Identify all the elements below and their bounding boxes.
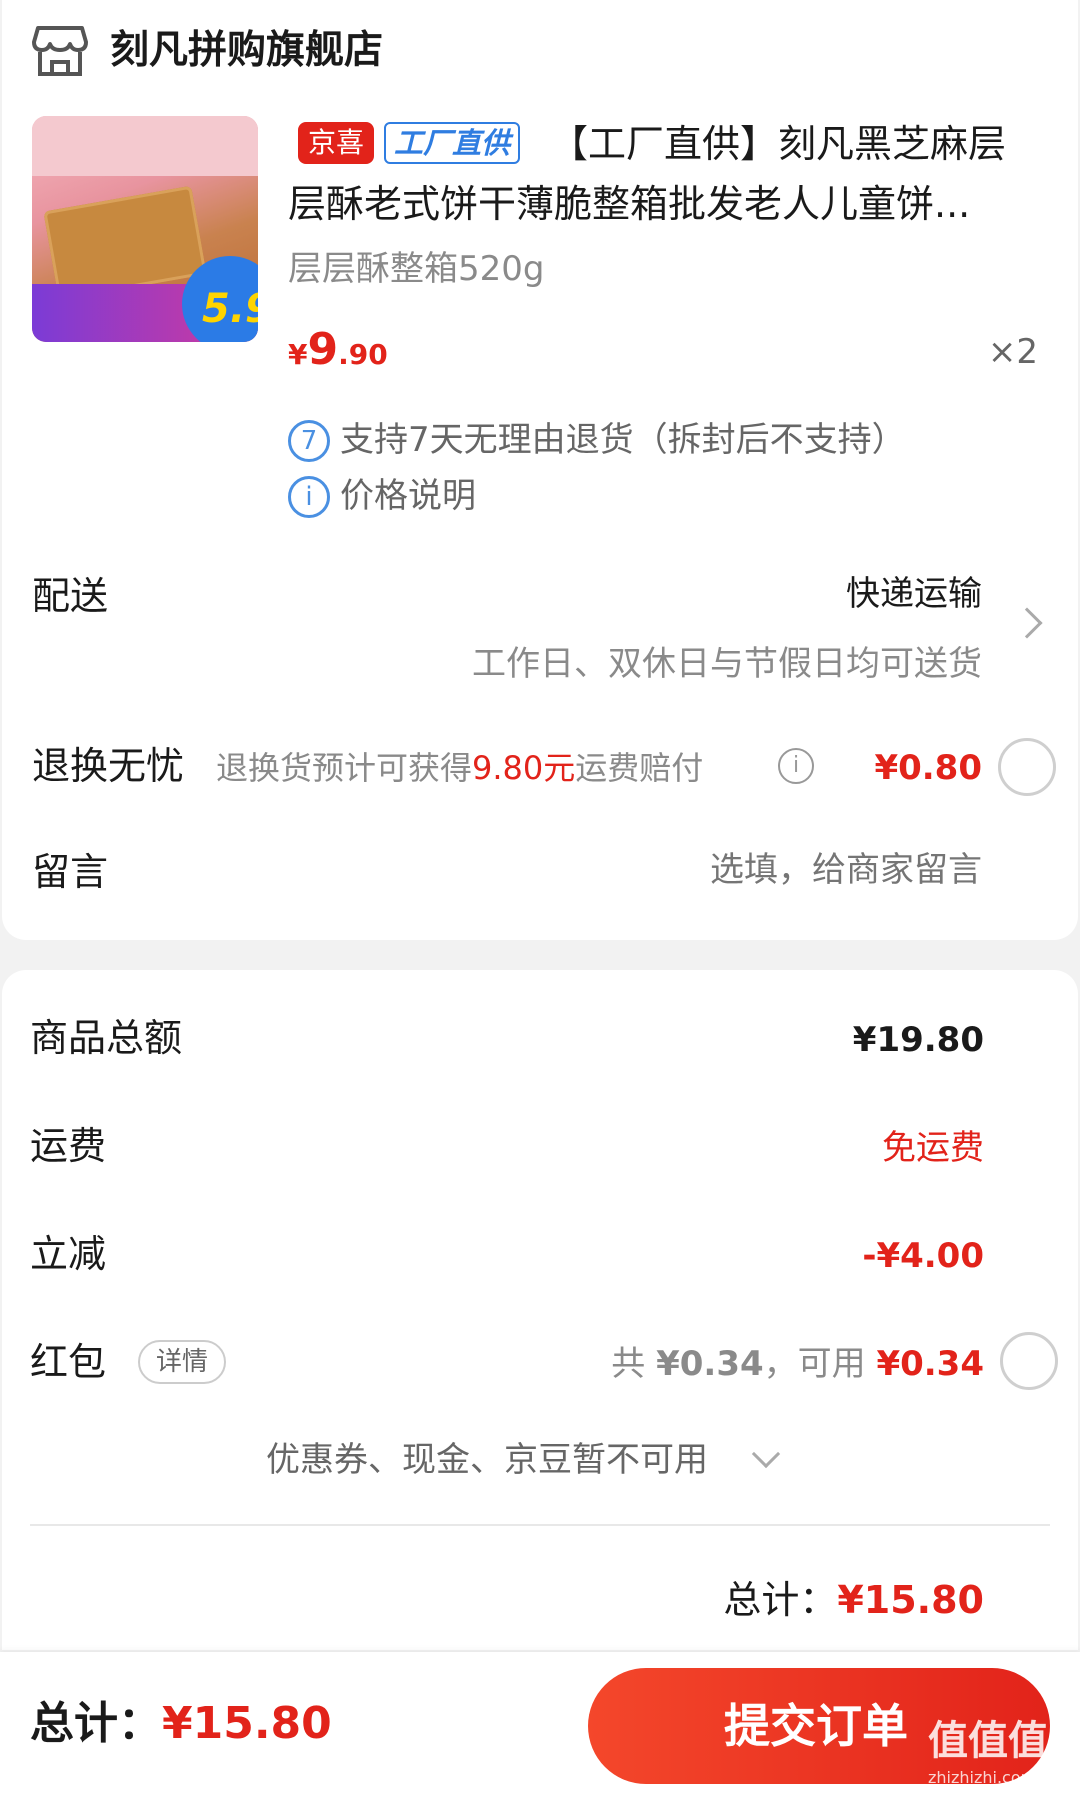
product-title-line1[interactable]: 【工厂直供】刻凡黑芝麻层 bbox=[550, 118, 1006, 170]
info-icon[interactable]: i bbox=[778, 748, 814, 784]
info-icon: i bbox=[288, 476, 330, 518]
bottom-bar: 总计：¥15.80 提交订单 bbox=[0, 1652, 1080, 1799]
watermark-logo: 值值值 bbox=[928, 1718, 1048, 1764]
divider bbox=[30, 1524, 1050, 1526]
freight-label: 运费 bbox=[30, 1124, 107, 1168]
product-price: ¥9.90 bbox=[288, 322, 388, 387]
message-label: 留言 bbox=[32, 850, 109, 894]
price-currency: ¥ bbox=[288, 338, 308, 371]
return-policy-text[interactable]: 支持7天无理由退货（拆封后不支持） bbox=[340, 416, 906, 464]
message-input[interactable] bbox=[582, 846, 982, 894]
store-name[interactable]: 刻凡拼购旗舰店 bbox=[110, 24, 383, 78]
factory-direct-tag: 工厂直供 bbox=[384, 122, 521, 164]
return-worry-desc: 退换货预计可获得9.80元运费赔付 bbox=[216, 749, 704, 787]
product-thumbnail[interactable]: 5.9 bbox=[32, 116, 258, 342]
freight-value: 免运费 bbox=[882, 1128, 984, 1168]
jingxi-tag: 京喜 bbox=[298, 122, 375, 164]
chevron-right-icon[interactable] bbox=[1011, 607, 1043, 639]
red-packet-label: 红包 bbox=[30, 1340, 107, 1384]
summary-card bbox=[2, 970, 1078, 1650]
coupon-unavailable-note[interactable]: 优惠券、现金、京豆暂不可用 bbox=[266, 1436, 708, 1484]
discount-value: -¥4.00 bbox=[862, 1236, 984, 1276]
price-explanation-link[interactable]: 价格说明 bbox=[340, 472, 476, 520]
delivery-note: 工作日、双休日与节假日均可送货 bbox=[472, 644, 982, 684]
red-packet-value: 共 ¥0.34，可用 ¥0.34 bbox=[611, 1344, 984, 1384]
bottom-total: 总计：¥15.80 bbox=[30, 1698, 332, 1749]
return-worry-price: ¥0.80 bbox=[874, 748, 982, 788]
return-worry-radio[interactable] bbox=[998, 738, 1056, 796]
thumbnail-price-text: 5.9 bbox=[202, 286, 258, 332]
red-packet-detail-button[interactable]: 详情 bbox=[138, 1340, 227, 1384]
watermark-url: zhizhizhi.com bbox=[928, 1768, 1037, 1787]
order-item-card: 刻凡拼购旗舰店 5.9 京喜 工厂直供 【工厂直供】刻凡黑芝麻层 层酥老式饼干薄… bbox=[2, 0, 1078, 940]
return-worry-label: 退换无忧 bbox=[32, 744, 185, 788]
price-integer: 9 bbox=[307, 324, 339, 375]
goods-total-label: 商品总额 bbox=[30, 1016, 183, 1060]
order-total: 总计：¥15.80 bbox=[723, 1578, 984, 1622]
store-icon bbox=[32, 24, 88, 78]
red-packet-radio[interactable] bbox=[1000, 1332, 1058, 1390]
goods-total-value: ¥19.80 bbox=[852, 1020, 984, 1060]
product-quantity: ×2 bbox=[987, 332, 1038, 372]
seven-day-return-icon: 7 bbox=[288, 420, 330, 462]
product-title-line2[interactable]: 层酥老式饼干薄脆整箱批发老人儿童饼... bbox=[288, 178, 1048, 230]
product-spec: 层层酥整箱520g bbox=[288, 249, 545, 289]
delivery-method[interactable]: 快递运输 bbox=[846, 570, 982, 618]
delivery-label: 配送 bbox=[32, 574, 109, 618]
price-decimal: .90 bbox=[338, 338, 388, 371]
discount-label: 立减 bbox=[30, 1232, 107, 1276]
